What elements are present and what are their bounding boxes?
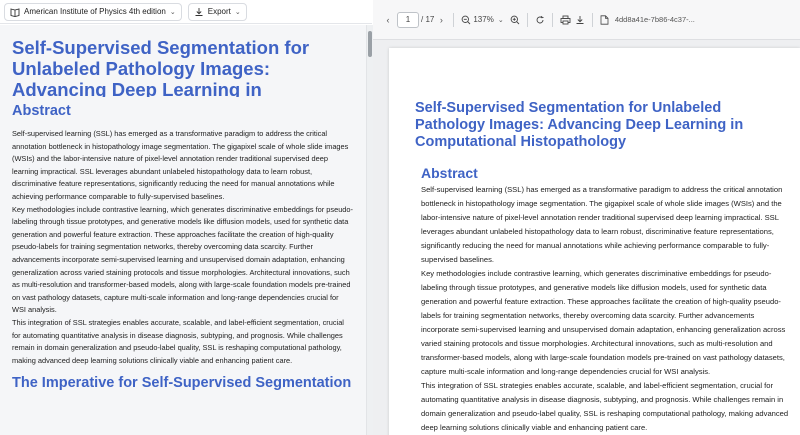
file-icon xyxy=(598,11,612,29)
file-name: 4dd8a41e-7b86-4c37-... xyxy=(614,15,695,24)
page-number-input[interactable]: 1 xyxy=(397,11,419,28)
export-button[interactable]: Export ⌄ xyxy=(187,2,247,21)
pdf-viewer: ‹ 1 / 17 › 137% ⌄ 4dd8a41e-7b86-4c37-...… xyxy=(373,0,800,435)
download-icon xyxy=(194,7,204,17)
abstract-paragraph-3: This integration of SSL strategies enabl… xyxy=(12,317,344,365)
abstract-heading: Abstract xyxy=(12,103,71,119)
pdf-title: Self-Supervised Segmentation for Unlabel… xyxy=(415,100,744,150)
toolbar-divider xyxy=(551,12,553,27)
pdf-paragraph-3: This integration of SSL strategies enabl… xyxy=(421,381,789,432)
pdf-paragraph-2: Key methodologies include contrastive le… xyxy=(421,269,786,376)
download-icon[interactable] xyxy=(573,11,587,29)
scrollbar-thumb[interactable] xyxy=(368,31,372,57)
toolbar-divider xyxy=(453,12,455,27)
next-page-icon[interactable]: › xyxy=(434,11,448,29)
chevron-down-icon: ⌄ xyxy=(169,8,176,16)
prev-page-icon[interactable]: ‹ xyxy=(381,11,395,29)
pdf-body: Self-supervised learning (SSL) has emerg… xyxy=(421,183,790,435)
zoom-level[interactable]: 137% xyxy=(473,15,493,24)
export-label: Export xyxy=(207,7,231,16)
title-clip: Self-Supervised Segmentation for Unlabel… xyxy=(12,37,354,97)
pdf-abstract-heading: Abstract xyxy=(421,165,478,181)
document-editor[interactable]: Self-Supervised Segmentation for Unlabel… xyxy=(0,25,366,435)
editor-toolbar: American Institute of Physics 4th editio… xyxy=(0,0,372,24)
toolbar-divider xyxy=(591,12,593,27)
zoom-out-icon[interactable] xyxy=(459,11,473,29)
book-icon xyxy=(10,7,20,17)
editor-scrollbar[interactable] xyxy=(366,25,373,435)
section-heading: The Imperative for Self-Supervised Segme… xyxy=(12,375,352,392)
page-total: / 17 xyxy=(421,15,435,24)
pdf-page: Self-Supervised Segmentation for Unlabel… xyxy=(389,48,800,435)
chevron-down-icon[interactable]: ⌄ xyxy=(494,11,508,29)
pdf-toolbar: ‹ 1 / 17 › 137% ⌄ 4dd8a41e-7b86-4c37-... xyxy=(373,0,800,40)
citation-style-label: American Institute of Physics 4th editio… xyxy=(24,7,166,16)
citation-style-dropdown[interactable]: American Institute of Physics 4th editio… xyxy=(4,2,182,21)
document-title: Self-Supervised Segmentation for Unlabel… xyxy=(12,37,310,97)
refresh-icon[interactable] xyxy=(533,11,547,29)
pdf-paragraph-1: Self-supervised learning (SSL) has emerg… xyxy=(421,185,783,264)
zoom-in-icon[interactable] xyxy=(508,11,522,29)
print-icon[interactable] xyxy=(558,11,573,29)
abstract-paragraph-1: Self-supervised learning (SSL) has emerg… xyxy=(12,129,349,201)
abstract-paragraph-2: Key methodologies include contrastive le… xyxy=(12,204,353,315)
toolbar-divider xyxy=(526,12,528,27)
chevron-down-icon: ⌄ xyxy=(234,8,241,16)
